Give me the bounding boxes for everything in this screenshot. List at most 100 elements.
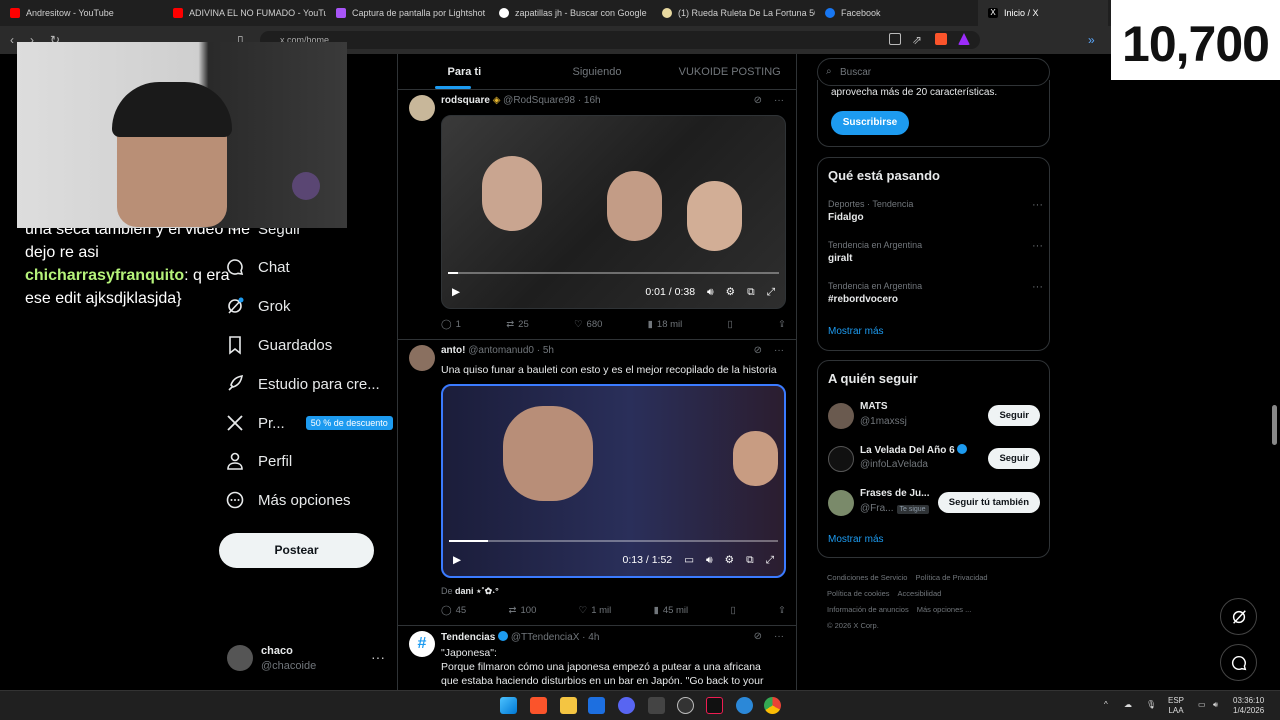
follow-suggestion[interactable]: La Velada Del Año 6 @infoLaVelada Seguir xyxy=(828,444,1040,476)
trend-item[interactable]: Tendencia en Argentina giralt ··· xyxy=(828,240,1043,264)
brave-icon[interactable] xyxy=(530,697,547,714)
grok-icon[interactable]: ⊘ xyxy=(754,95,762,106)
pip-icon[interactable]: ⧉ xyxy=(747,286,755,299)
browser-tab-active[interactable]: X Inicio / X xyxy=(978,0,1108,26)
views-button[interactable]: ▮ 45 mil xyxy=(654,605,689,616)
share-button[interactable]: ⇪ xyxy=(778,319,786,330)
back-icon[interactable]: ‹ xyxy=(10,33,14,47)
repost-button[interactable]: ⇄ 25 xyxy=(506,319,529,330)
avatar[interactable] xyxy=(409,95,435,121)
volume-icon[interactable]: 🔊︎ xyxy=(1213,700,1218,710)
obs-icon[interactable] xyxy=(677,697,694,714)
footer-link[interactable]: Política de cookies xyxy=(827,589,890,598)
pip-icon[interactable]: ⧉ xyxy=(746,554,754,567)
views-button[interactable]: ▮ 18 mil xyxy=(648,319,683,330)
browser-tab[interactable]: Facebook xyxy=(815,0,978,26)
nav-item-premium[interactable]: Pr... 50 % de descuento xyxy=(225,411,393,435)
show-more-link[interactable]: Mostrar más xyxy=(828,534,884,545)
show-more-link[interactable]: Mostrar más xyxy=(828,326,884,337)
messages-float-button[interactable] xyxy=(1220,644,1257,681)
captions-icon[interactable]: ▭ xyxy=(684,554,694,566)
play-icon[interactable]: ▶ xyxy=(453,554,461,566)
more-icon[interactable]: ··· xyxy=(371,649,385,665)
video-progress[interactable] xyxy=(448,272,779,274)
bookmark-button[interactable]: ▯ xyxy=(730,605,735,616)
follow-button[interactable]: Seguir xyxy=(988,448,1040,469)
onedrive-icon[interactable]: ☁ xyxy=(1124,700,1132,710)
more-icon[interactable]: ··· xyxy=(774,95,784,106)
browser-tab[interactable]: ADIVINA EL NO FUMADO - YouTube xyxy=(163,0,326,26)
trend-item[interactable]: Tendencia en Argentina #rebordvocero ··· xyxy=(828,281,1043,305)
browser-tab[interactable]: Andresitow - YouTube xyxy=(0,0,163,26)
chrome-icon[interactable] xyxy=(764,697,781,714)
avatar[interactable] xyxy=(828,490,854,516)
fullscreen-icon[interactable]: ⤢ xyxy=(766,554,774,567)
avatar[interactable] xyxy=(409,345,435,371)
clock[interactable]: 03:36:10 1/4/2026 xyxy=(1233,696,1264,716)
tweet[interactable]: rodsquare ◈ @RodSquare98 · 16h ⊘ ··· ▶ 0:… xyxy=(398,90,796,340)
footer-link[interactable]: Información de anuncios xyxy=(827,605,909,614)
windows-start-icon[interactable] xyxy=(500,697,517,714)
chevron-up-icon[interactable]: ^ xyxy=(1104,700,1108,710)
tweet-author[interactable]: Tendencias xyxy=(441,632,495,643)
grok-icon[interactable]: ⊘ xyxy=(754,345,762,356)
tweet[interactable]: anto! @antomanud0 · 5h ⊘ ··· Una quiso fu… xyxy=(398,340,796,626)
more-icon[interactable]: ··· xyxy=(774,345,784,356)
avatar[interactable]: # xyxy=(409,631,435,657)
language-indicator[interactable]: ESP LAA xyxy=(1168,696,1184,716)
play-icon[interactable]: ▶ xyxy=(452,286,460,298)
bing-icon[interactable] xyxy=(588,697,605,714)
follow-suggestion[interactable]: MATS @1maxssj Seguir xyxy=(828,401,1040,433)
tweet-author[interactable]: anto! xyxy=(441,345,465,356)
nav-item-bookmarks[interactable]: Guardados xyxy=(225,333,332,357)
like-button[interactable]: ♡ 680 xyxy=(574,319,602,330)
tweet[interactable]: # Tendencias @TTendenciaX · 4h ⊘ ··· "Jap… xyxy=(398,626,796,690)
volume-icon[interactable]: 🔊︎ xyxy=(706,554,713,567)
footer-link[interactable]: Accesibilidad xyxy=(898,589,942,598)
mic-icon[interactable]: 🎙︎ xyxy=(1146,700,1156,710)
footer-link[interactable]: Condiciones de Servicio xyxy=(827,573,907,582)
brave-shield-icon[interactable] xyxy=(935,33,947,45)
tab-for-you[interactable]: Para ti xyxy=(398,54,531,89)
share-button[interactable]: ⇪ xyxy=(778,605,786,616)
reply-button[interactable]: ◯ 1 xyxy=(441,319,461,330)
more-icon[interactable]: ··· xyxy=(1032,199,1043,211)
reply-button[interactable]: ◯ 45 xyxy=(441,605,466,616)
tweet-author[interactable]: rodsquare xyxy=(441,95,490,106)
more-icon[interactable]: ··· xyxy=(1032,281,1043,293)
nav-item-more[interactable]: Más opciones xyxy=(225,488,351,512)
like-button[interactable]: ♡ 1 mil xyxy=(579,605,612,616)
discord-icon[interactable] xyxy=(618,697,635,714)
settings-icon[interactable]: ⚙ xyxy=(726,286,735,298)
video-player[interactable]: ▶ 0:13 / 1:52 ▭ 🔊︎ ⚙ ⧉ ⤢ xyxy=(441,384,786,578)
follow-button[interactable]: Seguir xyxy=(988,405,1040,426)
app-icon[interactable] xyxy=(648,697,665,714)
avatar[interactable] xyxy=(828,403,854,429)
tiktok-icon[interactable] xyxy=(706,697,723,714)
grok-float-button[interactable] xyxy=(1220,598,1257,635)
account-switcher[interactable]: chaco @chacoide ··· xyxy=(227,645,387,675)
footer-link[interactable]: Política de Privacidad xyxy=(915,573,987,582)
subscribe-button[interactable]: Suscribirse xyxy=(831,111,909,135)
more-icon[interactable]: ··· xyxy=(1032,240,1043,252)
address-bar[interactable]: x.com/home xyxy=(260,31,980,49)
browser-tab[interactable]: (1) Rueda Ruleta De La Fortuna 50 C xyxy=(652,0,815,26)
share-icon[interactable]: ⇗ xyxy=(912,33,922,47)
volume-icon[interactable]: 🔊︎ xyxy=(707,286,714,299)
nav-item-profile[interactable]: Perfil xyxy=(225,449,292,473)
video-progress[interactable] xyxy=(449,540,778,542)
edge-icon[interactable] xyxy=(736,697,753,714)
fullscreen-icon[interactable]: ⤢ xyxy=(767,286,775,299)
network-icon[interactable]: ▭ xyxy=(1198,700,1206,710)
tab-vukoide-posting[interactable]: VUKOIDE POSTING xyxy=(663,54,796,89)
settings-icon[interactable]: ⚙ xyxy=(725,554,734,566)
more-icon[interactable]: ··· xyxy=(774,631,784,642)
grok-icon[interactable]: ⊘ xyxy=(754,631,762,642)
folder-icon[interactable] xyxy=(560,697,577,714)
browser-tab[interactable]: zapatillas jh - Buscar con Google xyxy=(489,0,652,26)
post-button[interactable]: Postear xyxy=(219,533,374,568)
browser-tab[interactable]: Captura de pantalla por Lightshot xyxy=(326,0,489,26)
video-player[interactable]: ▶ 0:01 / 0:38 🔊︎ ⚙ ⧉ ⤢ xyxy=(441,115,786,309)
follow-back-button[interactable]: Seguir tú también xyxy=(937,492,1040,513)
avatar[interactable] xyxy=(828,446,854,472)
